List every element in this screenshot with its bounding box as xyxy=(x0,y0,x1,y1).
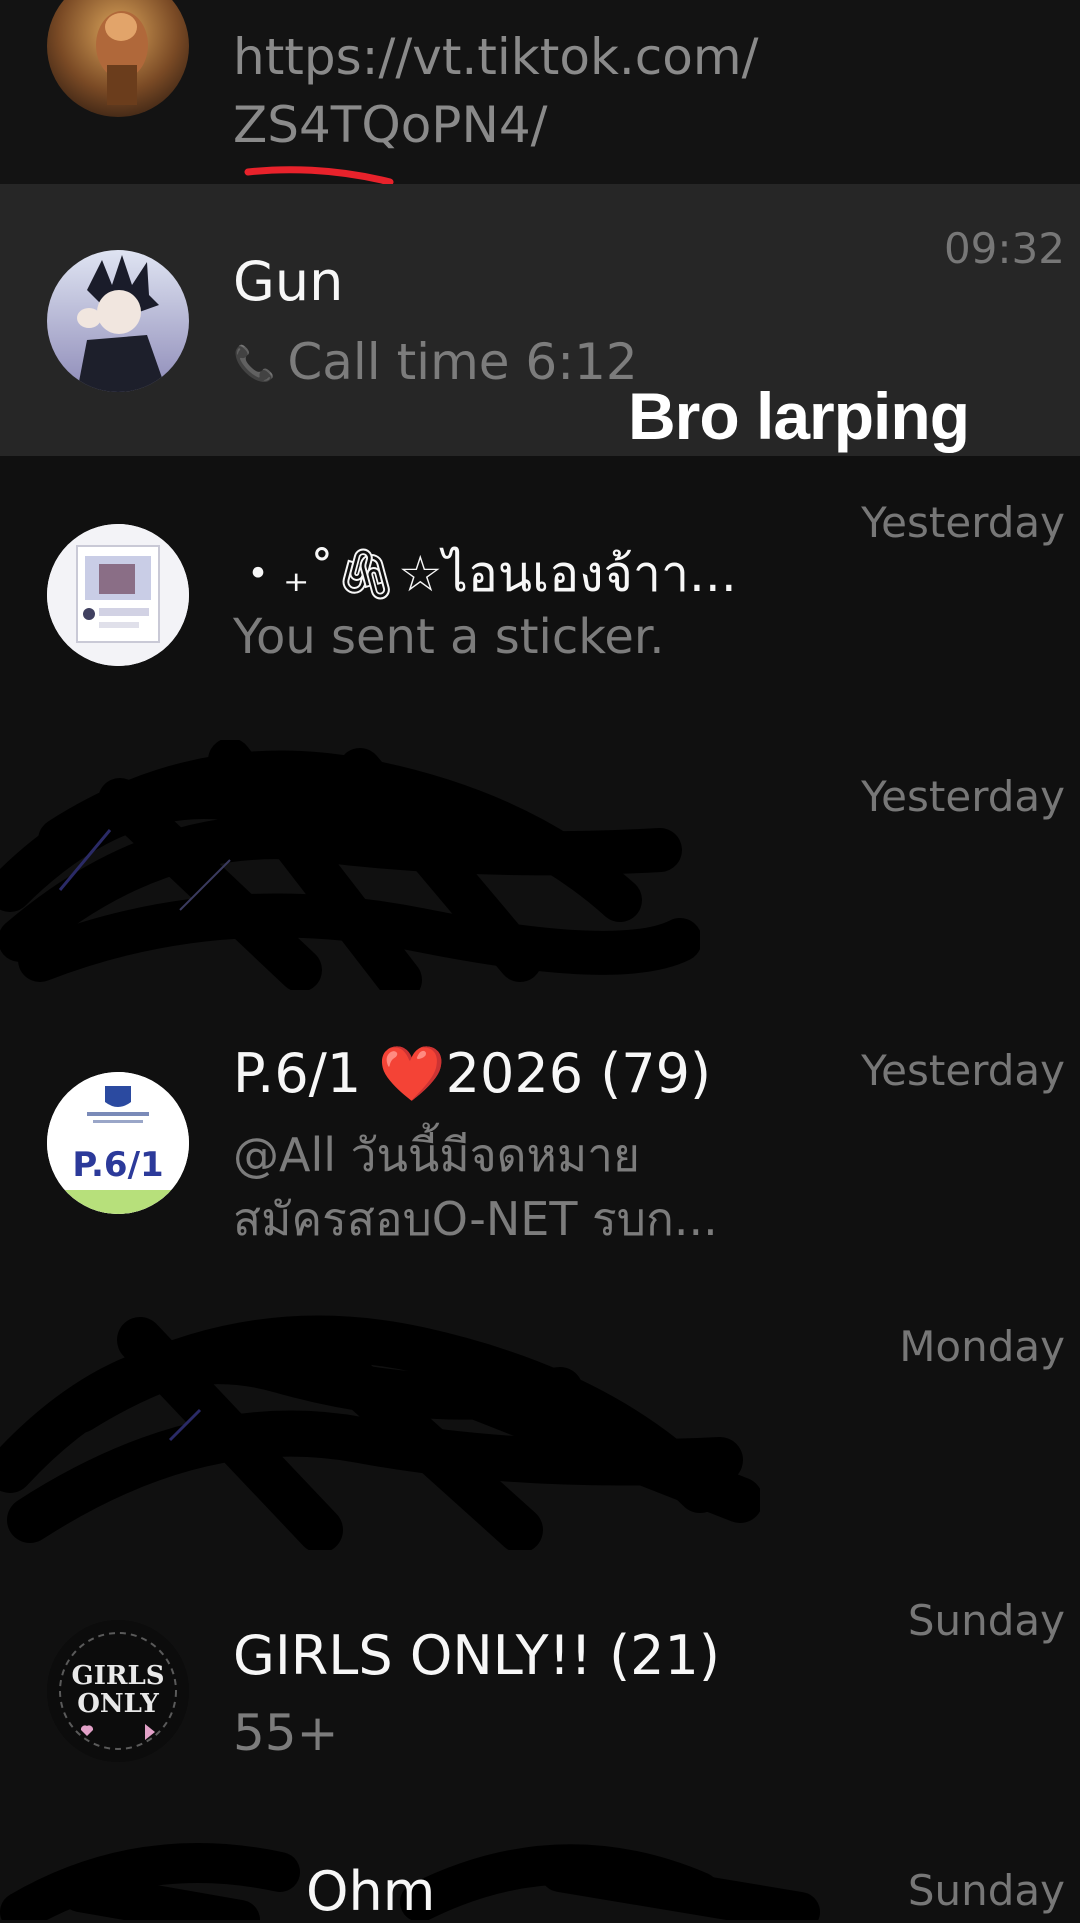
censor-scribble xyxy=(0,740,700,990)
chat-name: Gun xyxy=(233,250,344,313)
message-preview-line2: ZS4TQoPN4/ xyxy=(233,96,548,154)
chat-name: ・₊˚🖇☆ไอนเองจ้าา... xyxy=(233,545,737,603)
chat-name: Ohm xyxy=(306,1860,436,1923)
timestamp: Sunday xyxy=(907,1866,1065,1915)
avatar xyxy=(47,0,189,117)
message-preview-line2: สมัครสอบO-NET รบก... xyxy=(233,1192,718,1246)
call-time-text: Call time 6:12 xyxy=(287,333,638,391)
chat-row-censored[interactable]: Yesterday xyxy=(0,730,1080,1004)
timestamp: Sunday xyxy=(907,1596,1065,1645)
chat-row-ohm[interactable]: Ohm Sunday xyxy=(0,1832,1080,1923)
avatar: P.6/1 xyxy=(47,1072,189,1214)
timestamp: Yesterday xyxy=(861,1046,1065,1095)
timestamp: Yesterday xyxy=(861,498,1065,547)
message-preview-line1: @All วันนี้มีจดหมาย xyxy=(233,1128,640,1182)
censor-scribble xyxy=(0,1315,760,1550)
avatar-label-line2: ONLY xyxy=(77,1689,159,1719)
chat-list: https://vt.tiktok.com/ ZS4TQoPN4/ Gun 📞 … xyxy=(0,0,1080,1923)
chat-name: P.6/1 ❤️2026 (79) xyxy=(233,1042,712,1105)
message-preview: 55+ xyxy=(233,1704,339,1762)
timestamp: Yesterday xyxy=(861,772,1065,821)
chat-row-girls-only[interactable]: GIRLS ONLY GIRLS ONLY!! (21) 55+ Sunday xyxy=(0,1554,1080,1832)
avatar xyxy=(47,250,189,392)
message-preview-line1: https://vt.tiktok.com/ xyxy=(233,28,759,86)
chat-name: GIRLS ONLY!! (21) xyxy=(233,1624,720,1687)
chat-row-ain[interactable]: ・₊˚🖇☆ไอนเองจ้าา... You sent a sticker. Y… xyxy=(0,456,1080,730)
chat-row-tiktok-link[interactable]: https://vt.tiktok.com/ ZS4TQoPN4/ xyxy=(0,0,1080,186)
chat-row-censored[interactable]: Monday xyxy=(0,1280,1080,1554)
timestamp: Monday xyxy=(899,1322,1065,1371)
avatar: GIRLS ONLY xyxy=(47,1620,189,1762)
avatar xyxy=(47,524,189,666)
avatar-label-line1: GIRLS xyxy=(71,1661,164,1691)
avatar-label: P.6/1 xyxy=(72,1145,163,1185)
overlay-caption: Bro larping xyxy=(628,379,970,453)
chat-row-p61[interactable]: P.6/1 P.6/1 ❤️2026 (79) @All วันนี้มีจดห… xyxy=(0,1004,1080,1280)
message-preview: 📞 Call time 6:12 xyxy=(233,329,638,397)
message-preview: You sent a sticker. xyxy=(233,609,665,665)
phone-icon: 📞 xyxy=(233,344,276,384)
timestamp: 09:32 xyxy=(943,224,1065,273)
